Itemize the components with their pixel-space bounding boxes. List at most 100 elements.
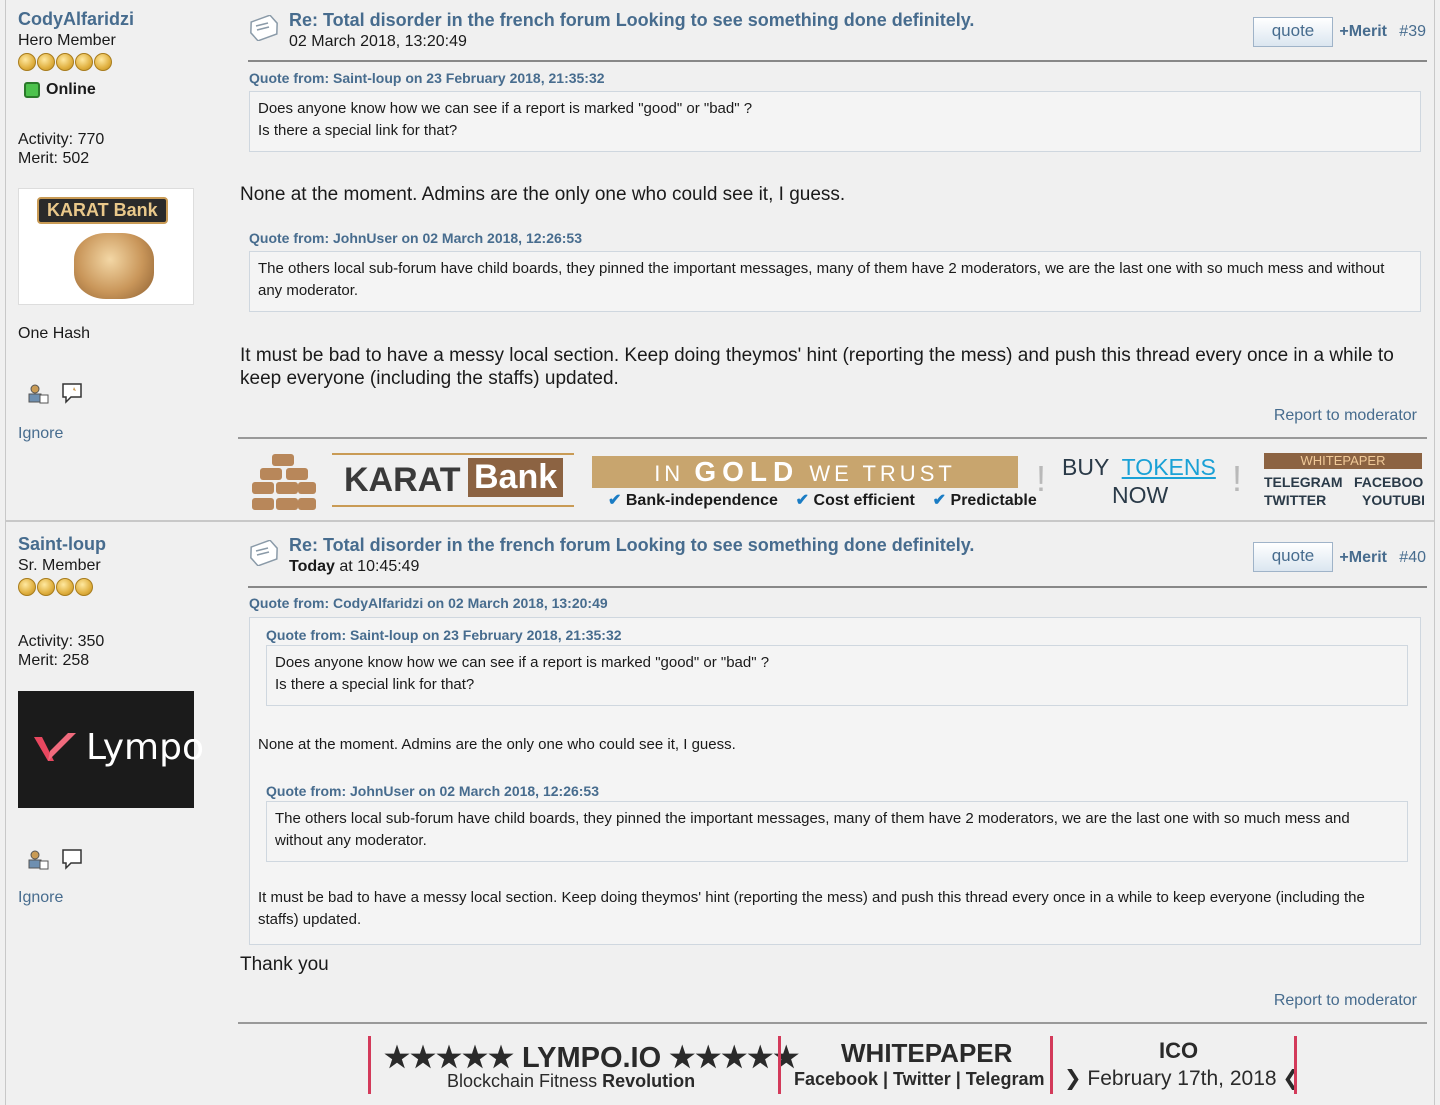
coins-pile-image [74, 233, 154, 299]
quote-header[interactable]: Quote from: JohnUser on 02 March 2018, 1… [249, 230, 582, 246]
quote-header[interactable]: Quote from: JohnUser on 02 March 2018, 1… [266, 780, 599, 802]
star-coin-icon [18, 578, 36, 596]
quote-line: The others local sub-forum have child bo… [258, 260, 1385, 299]
title-divider [248, 60, 1427, 62]
star-coin-icon [75, 53, 93, 71]
star-coin-icon [94, 53, 112, 71]
star-coin-icon [18, 53, 36, 71]
quote-box: The others local sub-forum have child bo… [249, 251, 1421, 312]
post-39: CodyAlfaridzi Hero Member Online Activit… [5, 0, 1435, 520]
star-coin-icon [56, 578, 74, 596]
quote-button[interactable]: quote [1253, 542, 1333, 572]
star-coin-icon [37, 578, 55, 596]
quote-line: Does anyone know how we can see if a rep… [258, 100, 753, 117]
gold-bars-logo [252, 454, 316, 510]
exclamation-icon: ! [1232, 458, 1243, 499]
lympo-title-link[interactable]: ★★★★★ LYMPO.IO ★★★★★ [384, 1040, 799, 1075]
online-icon [24, 82, 40, 98]
quote-line: The others local sub-forum have child bo… [275, 810, 1350, 849]
tokens-link[interactable]: TOKENS [1122, 454, 1216, 480]
feature-checks: ✔ Bank-independence ✔ Cost efficient ✔ P… [608, 492, 1037, 509]
divider-line [1294, 1036, 1297, 1094]
buy-tokens[interactable]: BUY TOKENS [1062, 454, 1216, 481]
signature-divider [238, 1022, 1427, 1024]
rank-stars [18, 578, 93, 596]
ico-label: ICO [1159, 1038, 1199, 1063]
online-label: Online [46, 81, 96, 98]
quote-header[interactable]: Quote from: Saint-loup on 23 February 20… [249, 70, 605, 86]
exclamation-icon: ! [1036, 458, 1047, 499]
report-link[interactable]: Report to moderator [1274, 992, 1417, 1010]
star-coin-icon [56, 53, 74, 71]
username-link[interactable]: CodyAlfaridzi [18, 9, 134, 30]
profile-icon[interactable] [26, 381, 50, 405]
ico-date: ❯ February 17th, 2018 ❮ [1064, 1067, 1300, 1090]
profile-icons [26, 381, 84, 405]
ignore-link[interactable]: Ignore [18, 889, 63, 907]
post-40: Saint-loup Sr. Member Activity: 350 Meri… [5, 521, 1435, 1105]
quote-button[interactable]: quote [1253, 17, 1333, 47]
avatar-lympo-text: Lympo [86, 727, 205, 768]
post-icon [250, 540, 278, 566]
merit-link[interactable]: +Merit [1339, 549, 1387, 567]
avatar: Lympo [18, 691, 204, 808]
quote-header[interactable]: Quote from: CodyAlfaridzi on 02 March 20… [249, 595, 608, 611]
merit-count: Merit: 258 [18, 652, 90, 669]
quote-text: None at the moment. Admins are the only … [258, 736, 736, 753]
quote-line: Does anyone know how we can see if a rep… [275, 654, 770, 671]
quote-line: Is there a special link for that? [258, 122, 458, 139]
post-paragraph: It must be bad to have a messy local sec… [240, 345, 1394, 389]
whitepaper-link[interactable]: WHITEPAPER [1264, 453, 1422, 469]
quote-text: It must be bad to have a messy local sec… [258, 889, 1365, 928]
post-date: Today at 10:45:49 [289, 558, 420, 575]
post-title-link[interactable]: Re: Total disorder in the french forum L… [289, 535, 974, 556]
slogan-bar: IN GOLD WE TRUST [592, 456, 1018, 488]
profile-icons [26, 847, 84, 871]
karat-bank-logo: KARAT Bank [332, 453, 574, 507]
user-rank: Hero Member [18, 32, 116, 49]
now-text: NOW [1112, 482, 1169, 508]
signature-divider [238, 437, 1427, 439]
twitter-link[interactable]: TWITTER [1264, 492, 1326, 508]
post-title-link[interactable]: Re: Total disorder in the french forum L… [289, 10, 974, 31]
check-icon: ✔ [608, 492, 622, 509]
activity-count: Activity: 770 [18, 131, 105, 148]
inner-quote-box: Does anyone know how we can see if a rep… [266, 645, 1408, 706]
merit-link[interactable]: +Merit [1339, 23, 1387, 41]
check-icon: ✔ [932, 492, 947, 509]
bank-word: Bank [468, 458, 564, 497]
karat-word: KARAT [344, 461, 461, 499]
divider-line [368, 1036, 371, 1094]
ignore-link[interactable]: Ignore [18, 425, 63, 443]
merit-count: Merit: 502 [18, 150, 90, 167]
divider-line [778, 1036, 781, 1094]
lympo-logo-icon [34, 733, 76, 761]
message-icon[interactable] [60, 847, 84, 871]
online-status: Online [24, 81, 96, 99]
post-number-link[interactable]: #40 [1399, 549, 1426, 567]
profile-icon[interactable] [26, 847, 50, 871]
inner-quote-box: The others local sub-forum have child bo… [266, 801, 1408, 862]
avatar-karat-logo: KARAT Bank [37, 197, 168, 224]
social-links[interactable]: Facebook | Twitter | Telegram [794, 1069, 1044, 1090]
youtube-link[interactable]: YOUTUBE [1362, 492, 1424, 508]
telegram-link[interactable]: TELEGRAM [1264, 474, 1343, 490]
quote-box: Does anyone know how we can see if a rep… [249, 91, 1421, 152]
check-icon: ✔ [795, 492, 810, 509]
signature-banner[interactable]: KARAT Bank IN GOLD WE TRUST ✔ Bank-indep… [250, 450, 1424, 518]
post-icon [250, 15, 278, 41]
post-date: 02 March 2018, 13:20:49 [289, 33, 467, 50]
post-number-link[interactable]: #39 [1399, 23, 1426, 41]
title-divider [248, 586, 1427, 588]
star-coin-icon [37, 53, 55, 71]
report-link[interactable]: Report to moderator [1274, 407, 1417, 425]
signature-banner[interactable]: ★★★★★ LYMPO.IO ★★★★★ Blockchain Fitness … [0, 1034, 1435, 1105]
quote-line: Is there a special link for that? [275, 676, 475, 693]
whitepaper-link[interactable]: WHITEPAPER [841, 1038, 1012, 1069]
post-paragraph: None at the moment. Admins are the only … [240, 184, 846, 205]
facebook-link[interactable]: FACEBOOK [1354, 474, 1424, 490]
message-icon[interactable] [60, 381, 84, 405]
user-rank: Sr. Member [18, 557, 101, 574]
quote-header[interactable]: Quote from: Saint-loup on 23 February 20… [266, 624, 622, 646]
username-link[interactable]: Saint-loup [18, 534, 106, 555]
